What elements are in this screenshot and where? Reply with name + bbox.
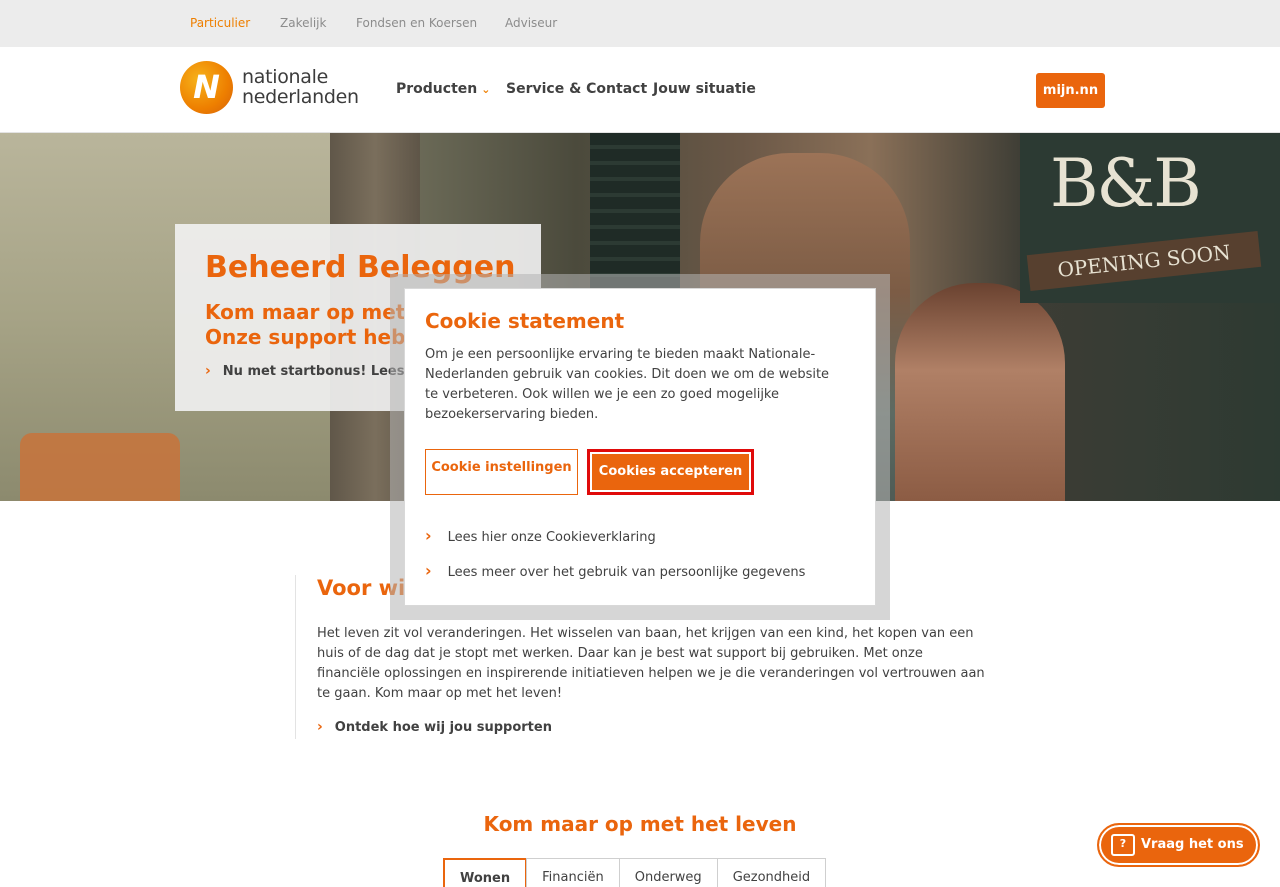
topbar-link-zakelijk[interactable]: Zakelijk	[280, 16, 326, 30]
hero-link[interactable]: › Nu met startbonus! Lees	[205, 363, 405, 379]
cookie-link-verklaring[interactable]: › Lees hier onze Cookieverklaring	[425, 526, 656, 545]
section-link[interactable]: › Ontdek hoe wij jou supporten	[317, 719, 552, 735]
chevron-right-icon: ›	[425, 526, 432, 545]
nn-logo-icon[interactable]: N	[180, 61, 233, 114]
logo-text[interactable]: nationale nederlanden	[242, 67, 359, 107]
life-tabs: Wonen Financiën Onderweg Gezondheid	[443, 858, 827, 887]
chevron-right-icon: ›	[317, 719, 323, 735]
vraag-label: Vraag het ons	[1141, 837, 1244, 852]
top-bar: Particulier Zakelijk Fondsen en Koersen …	[0, 0, 1280, 47]
hero-woman	[895, 283, 1065, 501]
cookie-body: Om je een persoonlijke ervaring te biede…	[425, 347, 830, 422]
topbar-link-fondsen[interactable]: Fondsen en Koersen	[356, 16, 477, 30]
hero-subtitle: Kom maar op met Onze support heb	[205, 300, 405, 350]
topbar-link-particulier[interactable]: Particulier	[190, 16, 250, 30]
logo-line1: nationale	[242, 66, 328, 88]
tab-onderweg[interactable]: Onderweg	[618, 858, 718, 887]
hero-subtitle-line2: Onze support heb	[205, 325, 406, 349]
cookie-link1-label: Lees hier onze Cookieverklaring	[447, 530, 656, 545]
chevron-right-icon: ›	[425, 561, 432, 580]
main-header: N nationale nederlanden Producten ⌄ Servi…	[0, 47, 1280, 133]
cookie-accept-button[interactable]: Cookies accepteren	[592, 454, 749, 490]
tab-wonen[interactable]: Wonen	[443, 858, 528, 887]
mijn-nn-button[interactable]: mijn.nn	[1036, 73, 1105, 108]
hero-subtitle-line1: Kom maar op met	[205, 300, 406, 324]
nav-service-contact[interactable]: Service & Contact	[506, 81, 647, 97]
sign-bb-text: B&B	[1050, 145, 1202, 222]
cookie-title: Cookie statement	[425, 309, 625, 333]
cookie-accept-highlight: Cookies accepteren	[587, 449, 754, 495]
nav-producten[interactable]: Producten ⌄	[396, 81, 490, 97]
tab-gezondheid[interactable]: Gezondheid	[716, 858, 827, 887]
hero-link-label: Nu met startbonus! Lees	[222, 364, 405, 379]
nav-producten-label: Producten	[396, 81, 478, 97]
section-body: Het leven zit vol veranderingen. Het wis…	[317, 626, 985, 701]
cookie-modal: Cookie statement Om je een persoonlijke …	[404, 288, 876, 606]
cookie-settings-button[interactable]: Cookie instellingen	[425, 449, 578, 495]
chevron-down-icon: ⌄	[481, 83, 491, 96]
section-link-label: Ontdek hoe wij jou supporten	[334, 720, 552, 735]
topbar-link-adviseur[interactable]: Adviseur	[505, 16, 557, 30]
chat-question-icon: ?	[1111, 834, 1135, 856]
hero-van	[20, 433, 180, 501]
cookie-link2-label: Lees meer over het gebruik van persoonli…	[447, 565, 806, 580]
cookie-link-gegevens[interactable]: › Lees meer over het gebruik van persoonl…	[425, 561, 805, 580]
tab-financien[interactable]: Financiën	[526, 858, 620, 887]
nav-jouw-situatie[interactable]: Jouw situatie	[653, 81, 756, 97]
chevron-right-icon: ›	[205, 363, 211, 379]
vraag-het-ons-button[interactable]: ? Vraag het ons	[1097, 823, 1260, 867]
logo-line2: nederlanden	[242, 86, 359, 108]
life-heading: Kom maar op met het leven	[483, 812, 797, 836]
